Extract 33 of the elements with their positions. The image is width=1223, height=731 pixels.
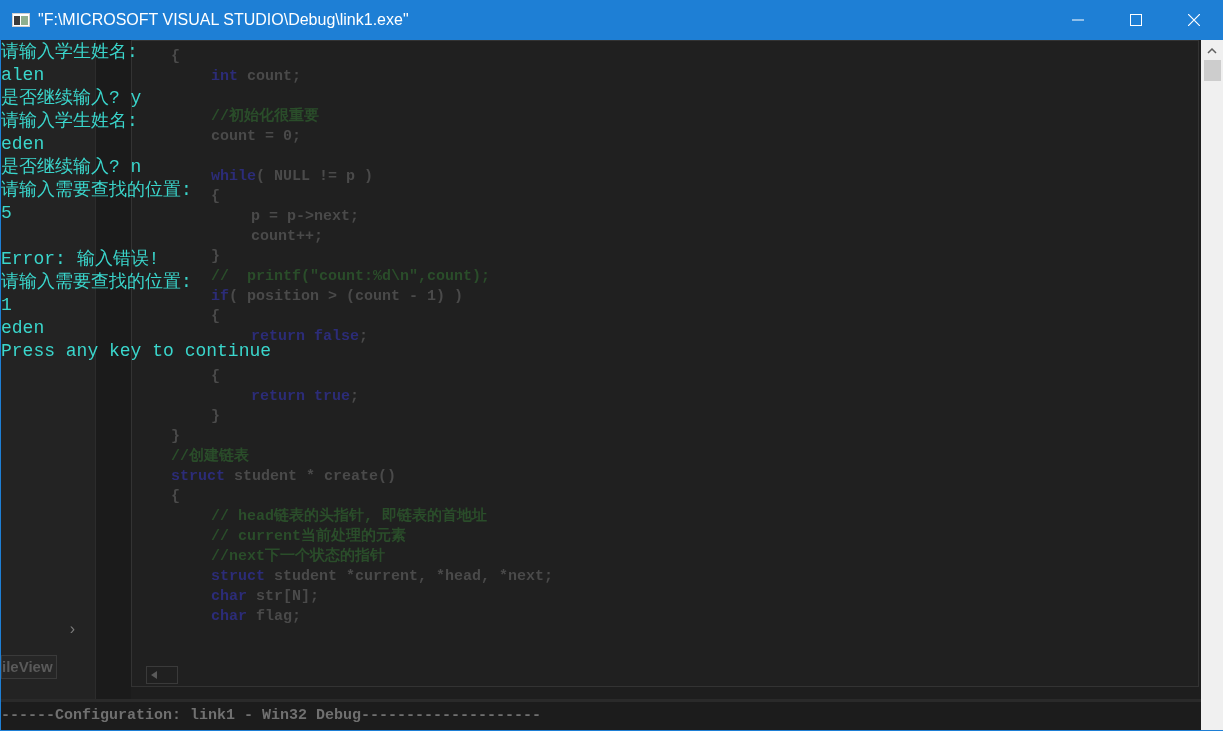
scroll-arrow[interactable]: › bbox=[69, 617, 75, 641]
window-title: "F:\MICROSOFT VISUAL STUDIO\Debug\link1.exe" bbox=[38, 10, 409, 30]
maximize-icon bbox=[1130, 14, 1142, 26]
code-line: { bbox=[171, 48, 180, 65]
code-line: } bbox=[171, 428, 180, 445]
code-line: { bbox=[211, 188, 220, 205]
close-icon bbox=[1188, 14, 1200, 26]
code-line: return true; bbox=[251, 388, 360, 405]
code-line: { bbox=[171, 488, 180, 505]
code-line: { bbox=[211, 308, 220, 325]
console-line: alen bbox=[1, 65, 45, 85]
console-line: 请输入学生姓名: bbox=[1, 111, 138, 131]
scroll-left-icon[interactable] bbox=[151, 671, 157, 679]
vertical-scrollbar[interactable] bbox=[1201, 40, 1223, 730]
code-line: { bbox=[211, 368, 220, 385]
console-line: eden bbox=[1, 134, 45, 154]
code-line: } bbox=[211, 408, 220, 425]
console-line: 请输入需要查找的位置: bbox=[1, 272, 192, 292]
horizontal-scrollbar[interactable] bbox=[146, 666, 178, 684]
console-line: 是否继续输入? y bbox=[1, 88, 142, 108]
code-line: } bbox=[211, 248, 220, 265]
scroll-up-icon[interactable] bbox=[1207, 48, 1217, 54]
console-line: 1 bbox=[1, 295, 12, 315]
output-text: ------Configuration: link1 - Win32 Debug-------------------- bbox=[1, 705, 542, 726]
console-line: eden bbox=[1, 318, 45, 338]
console-line: 请输入需要查找的位置: bbox=[1, 180, 192, 200]
console-app-icon bbox=[12, 13, 30, 27]
console-line: 5 bbox=[1, 203, 12, 223]
console-line: Error: 输入错误! bbox=[1, 249, 160, 269]
console-line: 请输入学生姓名: bbox=[1, 42, 138, 62]
console-line: 是否继续输入? n bbox=[1, 157, 142, 177]
scroll-thumb[interactable] bbox=[1203, 60, 1221, 81]
minimize-icon bbox=[1072, 19, 1084, 21]
